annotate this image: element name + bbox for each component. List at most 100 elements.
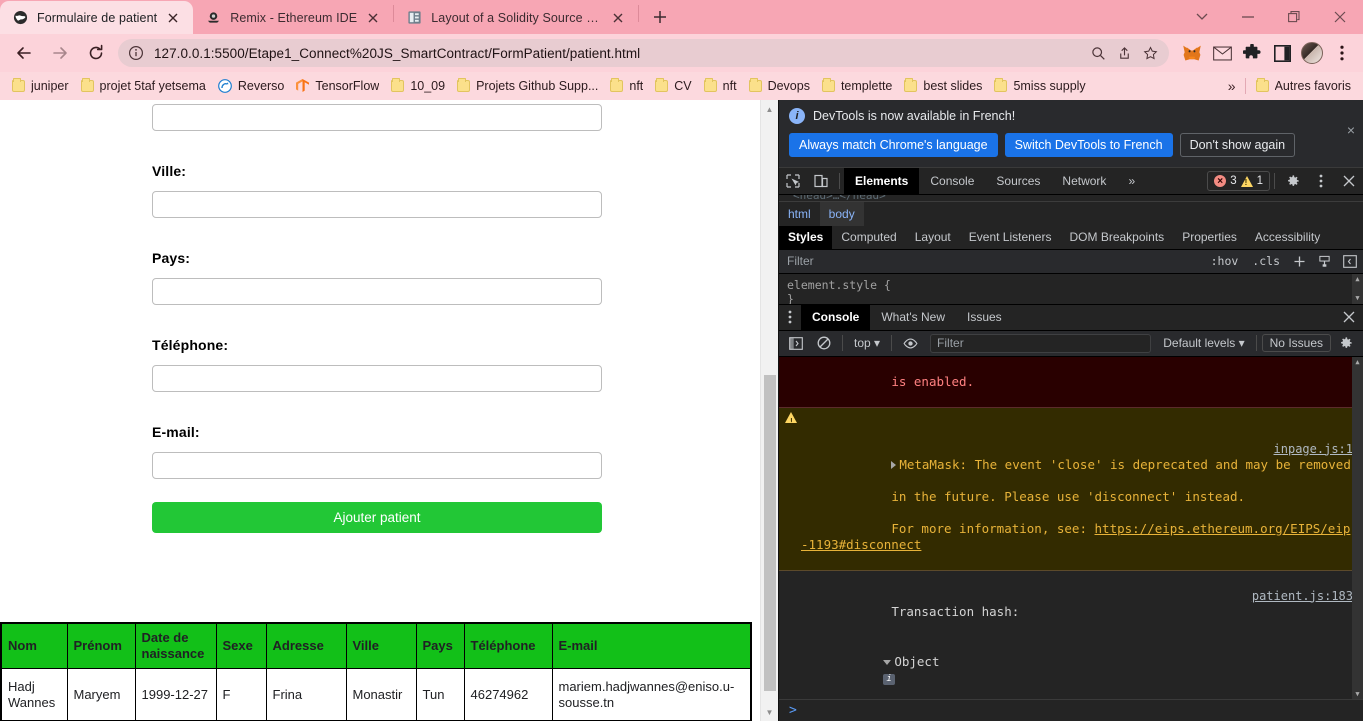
device-toolbar-icon[interactable]	[807, 168, 835, 194]
log-source-link[interactable]: patient.js:183	[1252, 588, 1353, 604]
bookmark-item[interactable]: templette	[816, 77, 898, 95]
drawer-tab-issues[interactable]: Issues	[956, 305, 1013, 330]
tab-layout[interactable]: Layout	[906, 226, 960, 249]
drawer-tab-whats-new[interactable]: What's New	[870, 305, 956, 330]
forward-button[interactable]	[45, 38, 75, 68]
styles-scrollbar[interactable]: ▲ ▼	[1352, 273, 1363, 304]
scroll-up-icon[interactable]: ▲	[1352, 357, 1363, 368]
styles-filter-input[interactable]: Filter	[787, 254, 1204, 268]
bookmark-item[interactable]: 10_09	[385, 77, 451, 95]
profile-avatar[interactable]	[1298, 39, 1326, 67]
settings-gear-icon[interactable]	[1279, 168, 1307, 194]
bookmark-star-icon[interactable]	[1137, 40, 1163, 66]
console-object-root[interactable]: Object i	[779, 637, 1363, 699]
reload-button[interactable]	[81, 38, 111, 68]
bookmark-item[interactable]: Devops	[743, 77, 816, 95]
clear-console-icon[interactable]	[811, 333, 837, 353]
bookmark-item[interactable]: 5miss supply	[988, 77, 1091, 95]
tab-console[interactable]: Console	[919, 168, 985, 194]
console-context-selector[interactable]: top ▾	[848, 333, 886, 353]
console-levels-selector[interactable]: Default levels ▾	[1157, 333, 1250, 353]
scroll-up-icon[interactable]: ▲	[1352, 274, 1363, 285]
tab-event-listeners[interactable]: Event Listeners	[960, 226, 1061, 249]
console-warning-row[interactable]: inpage.js:1 MetaMask: The event 'close' …	[779, 407, 1363, 571]
bookmark-item[interactable]: CV	[649, 77, 697, 95]
share-icon[interactable]	[1111, 40, 1137, 66]
scroll-down-icon[interactable]: ▼	[1352, 688, 1363, 699]
browser-tab-3[interactable]: Layout of a Solidity Source File —	[394, 1, 638, 34]
page-scrollbar[interactable]: ▲ ▼	[760, 100, 778, 721]
breadcrumb-body[interactable]: body	[819, 201, 864, 226]
console-error-row[interactable]: is enabled.	[779, 356, 1363, 408]
tabs-overflow-icon[interactable]: »	[1117, 168, 1146, 194]
live-expression-eye-icon[interactable]	[897, 333, 924, 353]
bookmark-item[interactable]: Projets Github Supp...	[451, 77, 604, 95]
metamask-fox-icon[interactable]	[1178, 39, 1206, 67]
chrome-menu-icon[interactable]	[1328, 39, 1356, 67]
bookmark-item[interactable]: juniper	[6, 77, 75, 95]
drawer-tab-console[interactable]: Console	[801, 304, 871, 330]
telephone-input[interactable]	[152, 365, 602, 392]
new-tab-button[interactable]	[645, 2, 675, 32]
drawer-close-icon[interactable]	[1335, 305, 1363, 330]
scroll-down-icon[interactable]: ▼	[761, 703, 778, 721]
console-prompt[interactable]: >	[779, 699, 1363, 721]
bookmarks-overflow-icon[interactable]: »	[1228, 78, 1236, 94]
browser-tab-1[interactable]: Formulaire de patient	[0, 1, 194, 34]
tab-dom-breakpoints[interactable]: DOM Breakpoints	[1060, 226, 1173, 249]
drawer-more-menu-icon[interactable]	[779, 305, 801, 330]
dont-show-again-button[interactable]: Don't show again	[1179, 133, 1296, 157]
close-window-button[interactable]	[1317, 1, 1363, 34]
close-icon[interactable]	[363, 8, 383, 28]
info-circle-icon[interactable]	[128, 45, 145, 62]
warning-source-link[interactable]: inpage.js:1	[1274, 441, 1353, 457]
address-bar[interactable]: 127.0.0.1:5500/Etape1_Connect%20JS_Smart…	[118, 39, 1169, 67]
bookmark-item[interactable]: projet 5taf yetsema	[75, 77, 212, 95]
close-icon[interactable]	[163, 8, 183, 28]
tab-sources[interactable]: Sources	[985, 168, 1051, 194]
issues-counter[interactable]: × 3 1	[1207, 171, 1270, 191]
bookmark-item[interactable]: TensorFlow	[290, 77, 385, 95]
devtools-more-menu-icon[interactable]	[1307, 168, 1335, 194]
side-panel-icon[interactable]	[1268, 39, 1296, 67]
tab-accessibility[interactable]: Accessibility	[1246, 226, 1329, 249]
mail-icon[interactable]	[1208, 39, 1236, 67]
tab-properties[interactable]: Properties	[1173, 226, 1246, 249]
ville-input[interactable]	[152, 191, 602, 218]
extensions-puzzle-icon[interactable]	[1238, 39, 1266, 67]
console-scrollbar[interactable]: ▲ ▼	[1352, 356, 1363, 699]
bookmark-item[interactable]: nft	[698, 77, 743, 95]
hov-toggle[interactable]: :hov	[1204, 254, 1246, 268]
console-sidebar-icon[interactable]	[783, 333, 809, 353]
tab-computed[interactable]: Computed	[832, 226, 905, 249]
console-settings-gear-icon[interactable]	[1333, 333, 1359, 353]
console-log[interactable]: is enabled. inpage.js:1 MetaMask: The ev…	[779, 356, 1363, 699]
collapse-triangle-icon[interactable]	[883, 659, 892, 665]
ajouter-patient-button[interactable]: Ajouter patient	[152, 502, 602, 533]
minimize-button[interactable]	[1225, 1, 1271, 34]
tab-search-chevron-down-icon[interactable]	[1179, 1, 1225, 34]
scrollbar-thumb[interactable]	[764, 375, 776, 691]
bookmark-item[interactable]: best slides	[898, 77, 988, 95]
bookmark-item[interactable]: Reverso	[212, 77, 291, 95]
devtools-close-icon[interactable]	[1335, 168, 1363, 194]
bookmark-item[interactable]: nft	[604, 77, 649, 95]
console-no-issues-badge[interactable]: No Issues	[1261, 334, 1331, 353]
info-badge-icon[interactable]: i	[883, 673, 895, 685]
toggle-sidebar-icon[interactable]	[1337, 254, 1363, 268]
tab-network[interactable]: Network	[1051, 168, 1117, 194]
cls-toggle[interactable]: .cls	[1245, 254, 1287, 268]
console-filter-input[interactable]: Filter	[930, 333, 1152, 353]
close-icon[interactable]	[608, 8, 628, 28]
computed-styles-icon[interactable]	[1312, 255, 1337, 268]
new-style-rule-icon[interactable]	[1287, 255, 1312, 268]
inspect-element-icon[interactable]	[779, 168, 807, 194]
search-icon[interactable]	[1085, 40, 1111, 66]
breadcrumb-html[interactable]: html	[779, 202, 820, 226]
expand-triangle-icon[interactable]	[891, 461, 897, 470]
browser-tab-2[interactable]: Remix - Ethereum IDE	[193, 1, 393, 34]
maximize-button[interactable]	[1271, 1, 1317, 34]
back-button[interactable]	[9, 38, 39, 68]
other-bookmarks-button[interactable]: Autres favoris	[1250, 77, 1357, 95]
scroll-down-icon[interactable]: ▼	[1352, 293, 1363, 304]
